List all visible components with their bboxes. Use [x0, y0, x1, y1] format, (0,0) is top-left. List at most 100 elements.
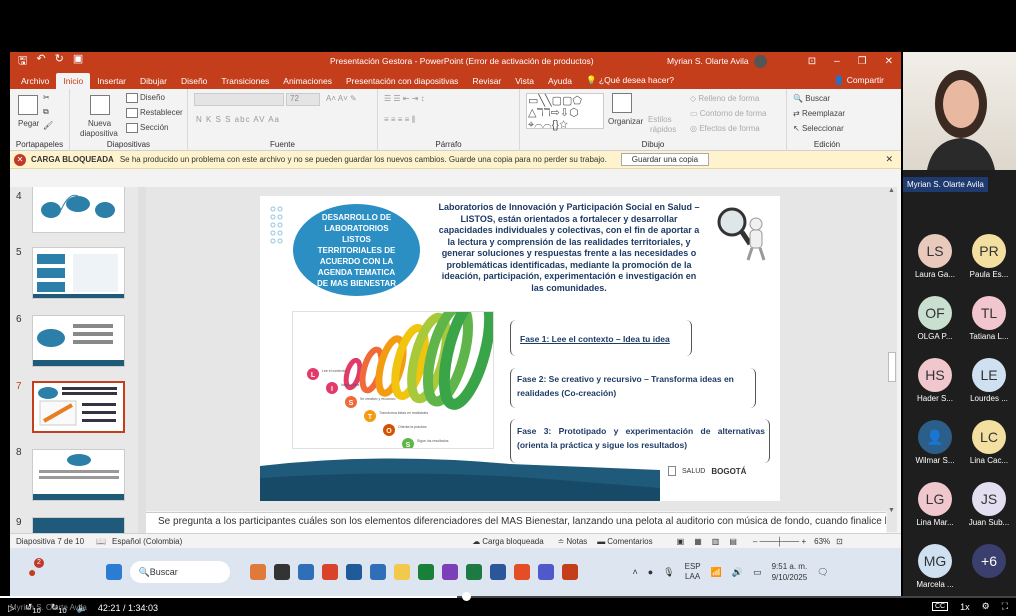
scroll-down-icon[interactable]: ▼ — [888, 507, 895, 514]
upload-blocked-status[interactable]: Carga bloqueada — [482, 537, 543, 546]
font-name-select[interactable] — [194, 93, 284, 106]
notifications-icon[interactable]: 🗨 — [817, 567, 828, 578]
scroll-thumb[interactable] — [888, 352, 896, 382]
list-icons[interactable]: ☰ ☰ ⇤ ⇥ ↕ — [384, 94, 425, 103]
align-icons[interactable]: ≡ ≡ ≡ ≡ ⫼ — [384, 115, 415, 125]
fase2-text[interactable]: Fase 2: Se creativo y recursivo – Transf… — [517, 372, 745, 400]
captions-button[interactable]: CC — [931, 602, 949, 611]
volume-icon[interactable]: 🔊 — [732, 567, 743, 578]
cut-icon[interactable]: ✂ — [43, 93, 50, 102]
input-language[interactable]: ESP LAA — [685, 562, 701, 582]
view-buttons[interactable]: ▣▦▥▤ — [677, 537, 747, 546]
app-icon-5[interactable] — [370, 564, 387, 580]
font-size-select[interactable]: 72 — [286, 93, 320, 106]
title-bubble[interactable]: DESARROLLO DE LABORATORIOS LISTOS TERRIT… — [293, 204, 420, 296]
outline-button[interactable]: ▭ Contorno de forma — [690, 109, 766, 118]
notes-button[interactable]: Notas — [566, 537, 587, 546]
minimize-icon[interactable]: – — [834, 56, 840, 67]
comments-button[interactable]: Comentarios — [607, 537, 652, 546]
paste-icon[interactable] — [18, 95, 38, 115]
app-icon-4[interactable] — [346, 564, 363, 580]
settings-icon[interactable]: ⚙ — [982, 601, 990, 612]
thumbnail-scrollbar[interactable] — [138, 187, 146, 537]
save-icon[interactable]: 🖫 — [18, 52, 27, 71]
slide-thumbnails[interactable]: 4 5 6 7 8 9 — [10, 187, 140, 537]
tab-presentacion[interactable]: Presentación con diapositivas — [339, 73, 465, 89]
word-icon[interactable] — [490, 564, 507, 580]
tab-dibujar[interactable]: Dibujar — [133, 73, 174, 89]
fill-button[interactable]: ◇ Relleno de forma — [690, 94, 759, 103]
progress-handle[interactable] — [462, 592, 471, 601]
tab-diseno[interactable]: Diseño — [174, 73, 214, 89]
app-icon-3[interactable] — [322, 564, 339, 580]
ribbon-display-icon[interactable]: ⊡ — [808, 56, 816, 67]
maximize-icon[interactable]: ❐ — [858, 56, 867, 67]
participant-tile[interactable]: LG Lina Mar... — [913, 482, 957, 527]
close-icon[interactable]: ✕ — [885, 56, 893, 67]
quick-styles-button[interactable]: Estilos — [648, 115, 672, 124]
wifi-icon[interactable]: 📶 — [711, 567, 722, 578]
copy-icon[interactable]: ⧉ — [43, 107, 49, 117]
thumbnail-slide-8[interactable] — [32, 449, 125, 501]
thumbnail-slide-7[interactable] — [32, 381, 125, 433]
participant-tile[interactable]: JS Juan Sub... — [967, 482, 1011, 527]
close-icon[interactable]: ✕ — [885, 154, 893, 165]
participant-tile[interactable]: PR Paula Es... — [967, 234, 1011, 279]
participant-tile[interactable]: OF OLGA P... — [913, 296, 957, 341]
chrome-icon[interactable] — [514, 564, 531, 580]
thumbnail-slide-6[interactable] — [32, 315, 125, 367]
battery-icon[interactable]: ▭ — [753, 567, 762, 578]
chevron-up-icon[interactable]: ˄ — [632, 567, 637, 577]
fit-slide-icon[interactable]: ⊡ — [836, 537, 843, 546]
tab-revisar[interactable]: Revisar — [465, 73, 508, 89]
start-icon[interactable] — [106, 564, 123, 580]
font-grow-icon[interactable]: A˄ A˅ ✎ — [326, 94, 357, 103]
tab-animaciones[interactable]: Animaciones — [276, 73, 339, 89]
listos-spiral-image[interactable]: L Lee el contexto I Idea tu idea S Se creativ… — [292, 290, 496, 450]
app-icon-6[interactable] — [418, 564, 435, 580]
paste-button[interactable]: Pegar — [18, 119, 39, 128]
present-icon[interactable]: ▣ — [73, 52, 83, 71]
file-explorer-icon[interactable] — [394, 564, 411, 580]
spelling-icon[interactable]: 📖 — [96, 537, 106, 546]
select-button[interactable]: ↖ Seleccionar — [793, 124, 844, 133]
thumbnail-slide-5[interactable] — [32, 247, 125, 299]
task-view-icon[interactable] — [274, 564, 291, 580]
participant-tile[interactable]: TL Tatiana L... — [967, 296, 1011, 341]
arrange-icon[interactable] — [612, 93, 632, 113]
progress-track[interactable] — [0, 596, 1016, 598]
playback-speed[interactable]: 1x — [960, 602, 970, 612]
language-status[interactable]: Español (Colombia) — [112, 537, 182, 546]
app-icon-2[interactable] — [298, 564, 315, 580]
fase3-text[interactable]: Fase 3: Prototipado y experimentación de… — [517, 424, 765, 452]
tab-archivo[interactable]: Archivo — [14, 73, 56, 89]
powerpoint-icon[interactable] — [562, 564, 579, 580]
slide-canvas[interactable]: DESARROLLO DE LABORATORIOS LISTOS TERRIT… — [260, 196, 780, 501]
participant-tile[interactable]: +6 — [967, 544, 1011, 580]
redo-icon[interactable]: ↻ — [55, 52, 64, 71]
find-button[interactable]: 🔍 Buscar — [793, 94, 830, 103]
replace-button[interactable]: ⇄ Reemplazar — [793, 109, 845, 118]
shapes-gallery[interactable]: ▭╲╲▢▢⬠ △ℸℸ⇨⇩⬡ ⌖⌒⌒{}☆ — [526, 93, 604, 131]
undo-icon[interactable]: ↶ — [36, 52, 45, 71]
taskbar-search[interactable]: 🔍 Buscar — [130, 561, 231, 583]
teams-icon[interactable] — [538, 564, 555, 580]
speaker-notes[interactable]: Se pregunta a los participantes cuáles s… — [146, 512, 886, 533]
participant-tile[interactable]: LS Laura Ga... — [913, 234, 957, 279]
tab-transiciones[interactable]: Transiciones — [214, 73, 276, 89]
app-icon-1[interactable] — [250, 564, 267, 580]
arrange-button[interactable]: Organizar — [608, 117, 643, 126]
new-slide-button[interactable]: Nueva — [88, 119, 111, 128]
fase1-text[interactable]: Fase 1: Lee el contexto – Idea tu idea — [520, 334, 670, 344]
tab-ayuda[interactable]: Ayuda — [541, 73, 579, 89]
share-button[interactable]: 👤 Compartir — [827, 72, 891, 89]
font-format-buttons[interactable]: N K S S abc AV Aa — [196, 115, 280, 124]
excel-icon[interactable] — [466, 564, 483, 580]
tab-vista[interactable]: Vista — [508, 73, 541, 89]
zoom-level[interactable]: 63% — [814, 537, 830, 546]
new-slide-icon[interactable] — [90, 95, 110, 115]
onenote-icon[interactable] — [442, 564, 459, 580]
save-copy-button[interactable]: Guardar una copia — [620, 153, 710, 166]
fullscreen-icon[interactable]: ⛶ — [1002, 601, 1008, 612]
section-button[interactable]: Sección — [126, 123, 168, 133]
